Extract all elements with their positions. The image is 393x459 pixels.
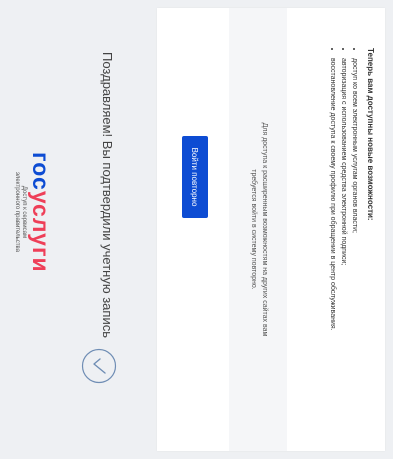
gosuslugi-logo[interactable]: госуслуги Доступ к сервисам электронного…	[14, 152, 54, 273]
features-list: доступ ко всем электронным услугам орган…	[329, 48, 358, 438]
notice-line1: Для доступа к расширенным возможностям н…	[261, 122, 268, 337]
logo-part-gos: гос	[28, 152, 54, 191]
relogin-section: Для доступа к расширенным возможностям н…	[229, 8, 287, 451]
features-title: Теперь вам доступны новые возможности:	[366, 48, 375, 221]
list-item: авторизация с использованием средства эл…	[340, 58, 347, 438]
relogin-button[interactable]: Войти повторно	[182, 136, 208, 218]
logo-subtitle: Доступ к сервисам электронного правитель…	[13, 152, 27, 272]
congrats-heading: Поздравляем! Вы подтвердили учетную запи…	[100, 52, 115, 338]
logo-subtitle-line1: Доступ к сервисам	[21, 185, 27, 239]
list-item: доступ ко всем электронным услугам орган…	[351, 58, 358, 438]
logo-wordmark: госуслуги	[28, 152, 54, 273]
logo-part-uslugi: услуги	[28, 190, 54, 273]
relogin-notice: Для доступа к расширенным возможностям н…	[248, 8, 270, 451]
button-area: Войти повторно	[157, 8, 229, 451]
page-rotated: госуслуги Доступ к сервисам электронного…	[0, 0, 393, 459]
logo-subtitle-line2: электронного правительства	[14, 171, 20, 253]
list-item: восстановление доступа к своему профилю …	[329, 58, 336, 438]
notice-line2: требуется войти в систему повторно.	[250, 169, 257, 290]
check-circle-icon	[81, 348, 117, 384]
